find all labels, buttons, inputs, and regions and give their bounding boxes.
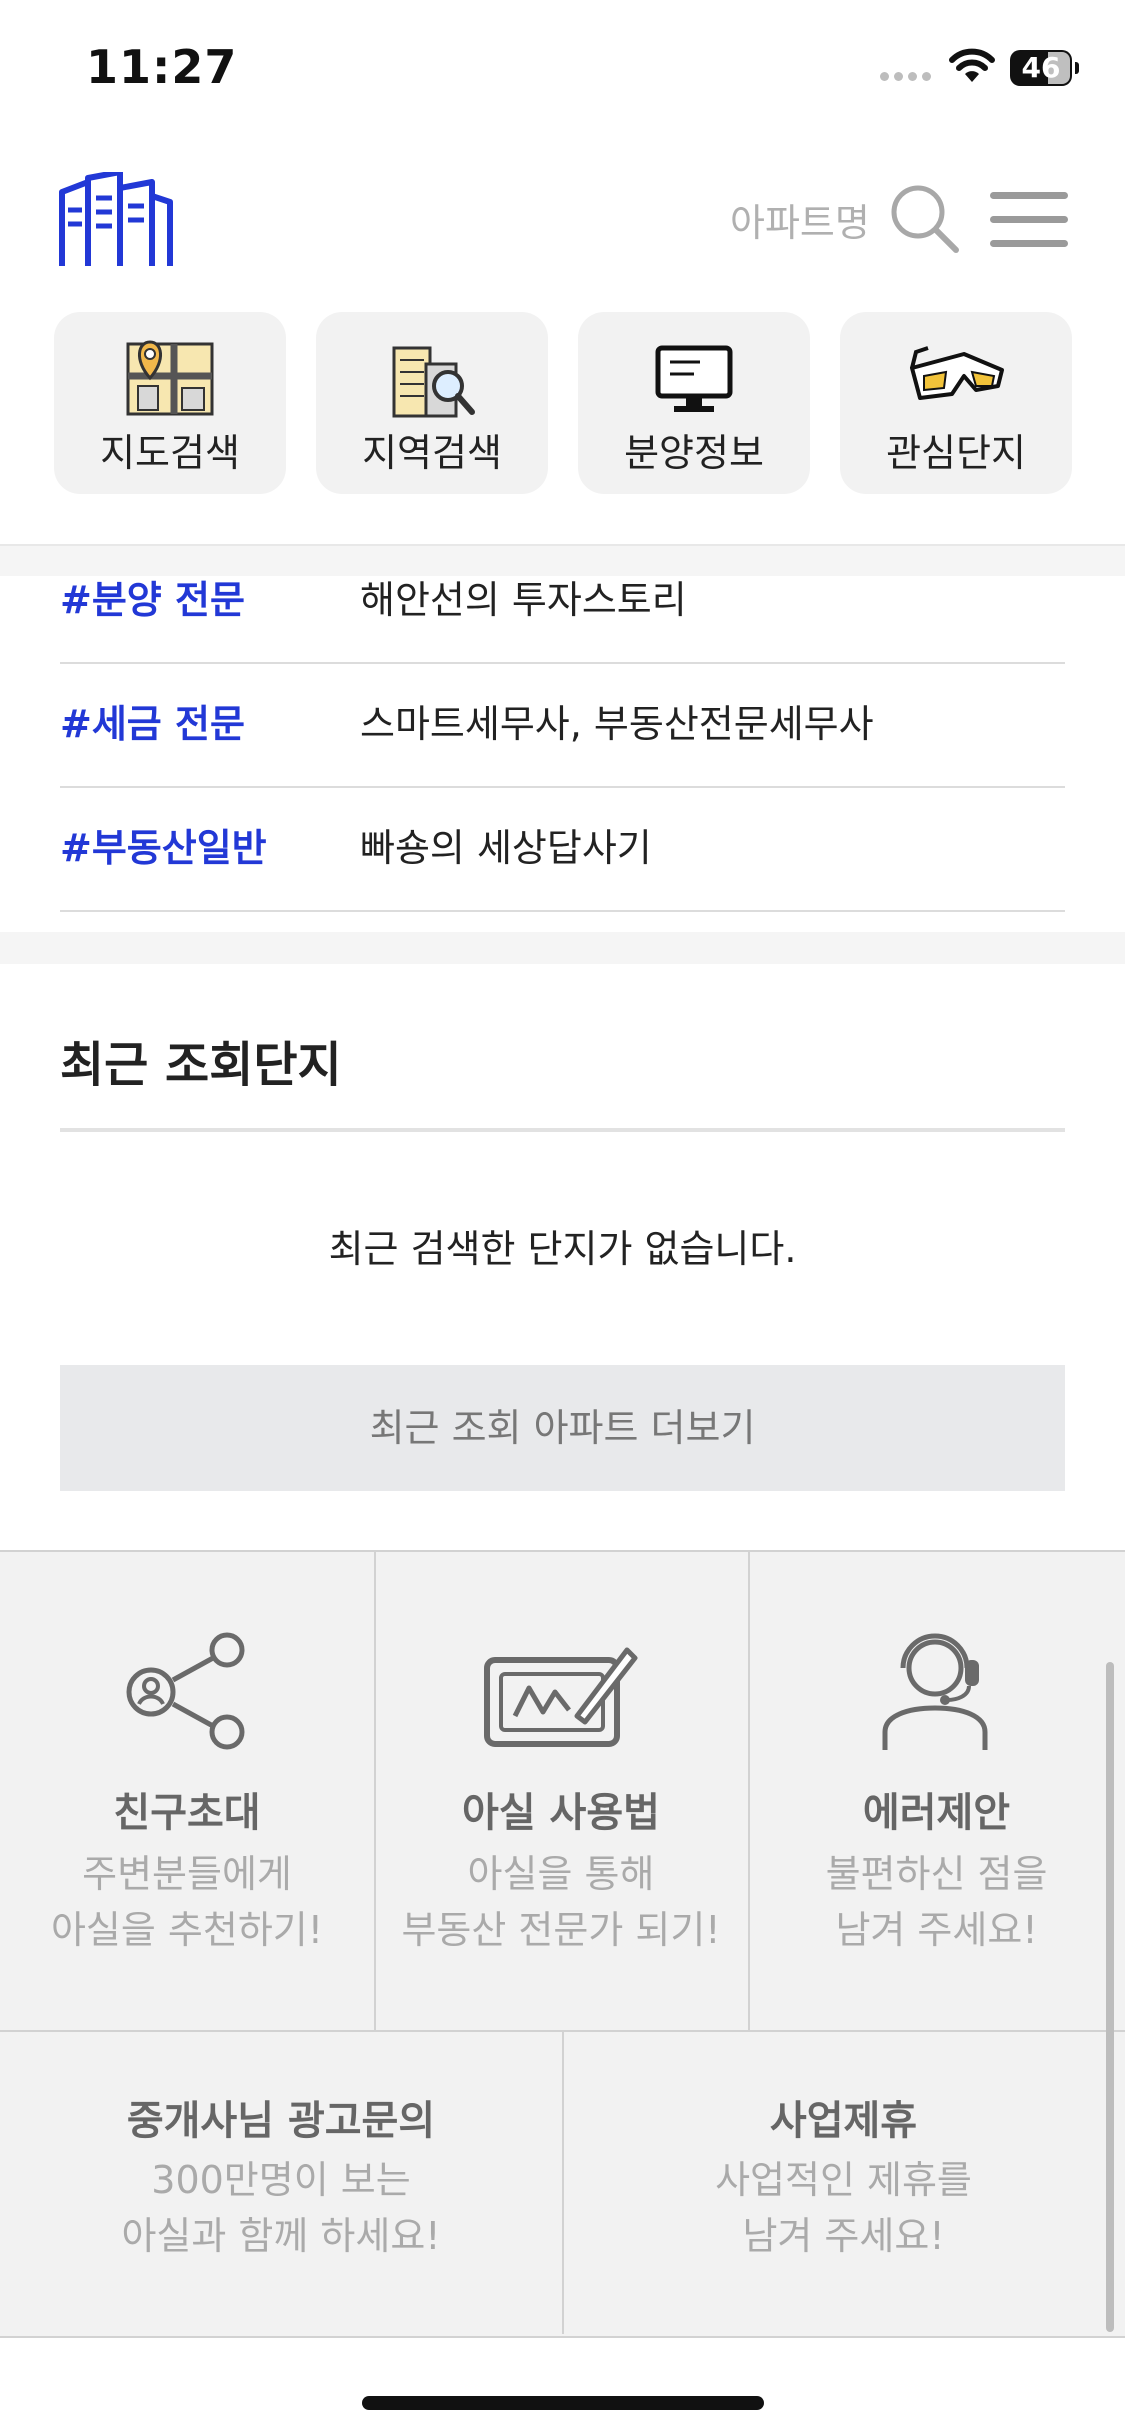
invite-friend-button[interactable]: 친구초대 주변분들에게 아실을 추천하기! [0, 1552, 376, 2032]
empty-message: 최근 검색한 단지가 없습니다. [328, 1227, 797, 1271]
ad-inquiry-button[interactable]: 중개사님 광고문의 300만명이 보는 아실과 함께 하세요! [0, 2030, 564, 2334]
list-item[interactable]: #부동산일반 빠숑의 세상답사기 [60, 788, 1065, 912]
logo-buildings-icon[interactable] [58, 172, 174, 268]
links-grid: 친구초대 주변분들에게 아실을 추천하기! 아실 사용법 아실을 통해 부동산 … [0, 1550, 1125, 2338]
link-subtitle: 아실을 추천하기! [50, 1908, 324, 1952]
signature-pad-icon [484, 1647, 638, 1747]
expert-list: #분양 전문 해안선의 투자스토리 #세금 전문 스마트세무사, 부동산전문세무… [60, 540, 1065, 912]
3d-glasses-icon [910, 346, 1004, 400]
share-icon [126, 1632, 245, 1750]
quick-item-map-search[interactable]: 지도검색 [54, 312, 286, 494]
link-subtitle: 부동산 전문가 되기! [401, 1908, 721, 1952]
link-subtitle: 불편하신 점을 [825, 1852, 1048, 1896]
quick-item-label: 관심단지 [886, 431, 1026, 475]
error-report-button[interactable]: 에러제안 불편하신 점을 남겨 주세요! [748, 1552, 1125, 2032]
link-subtitle: 남겨 주세요! [835, 1908, 1038, 1952]
search-input[interactable]: 아파트명 [730, 192, 870, 247]
divider [60, 1128, 1065, 1132]
more-recent-button[interactable]: 최근 조회 아파트 더보기 [60, 1365, 1065, 1491]
map-search-icon [126, 340, 214, 416]
link-subtitle: 300만명이 보는 [151, 2158, 411, 2202]
region-search-icon [392, 346, 475, 418]
list-item[interactable]: #세금 전문 스마트세무사, 부동산전문세무사 [60, 664, 1065, 788]
quick-item-label: 지역검색 [362, 431, 502, 475]
link-subtitle: 아실을 통해 [467, 1852, 655, 1896]
home-indicator[interactable] [362, 2396, 764, 2410]
link-title: 친구초대 [113, 1790, 261, 1836]
monitor-icon [655, 345, 733, 412]
quick-item-presale-info[interactable]: 분양정보 [578, 312, 810, 494]
battery-level: 46 [1021, 51, 1061, 84]
link-title: 아실 사용법 [462, 1790, 660, 1836]
quick-menu: 지도검색 지역검색 분양정보 관심단지 [54, 312, 1072, 494]
section-title: 최근 조회단지 [60, 1037, 342, 1093]
battery-icon: 46 [1010, 50, 1079, 86]
quick-item-region-search[interactable]: 지역검색 [316, 312, 548, 494]
expert-desc: 빠숑의 세상답사기 [360, 826, 652, 870]
link-subtitle: 사업적인 제휴를 [715, 2158, 972, 2202]
link-title: 에러제안 [862, 1790, 1011, 1836]
cellular-signal-icon [880, 72, 931, 81]
link-subtitle: 아실과 함께 하세요! [121, 2214, 441, 2258]
section-divider [0, 932, 1125, 964]
quick-item-label: 지도검색 [100, 431, 240, 475]
link-title: 중개사님 광고문의 [126, 2098, 436, 2144]
list-item[interactable]: #분양 전문 해안선의 투자스토리 [60, 540, 1065, 664]
link-subtitle: 남겨 주세요! [742, 2214, 945, 2258]
search-icon[interactable] [890, 184, 960, 254]
link-title: 사업제휴 [769, 2098, 918, 2144]
status-time: 11:27 [86, 40, 238, 94]
link-subtitle: 주변분들에게 [82, 1852, 292, 1896]
expert-tag: #분양 전문 [60, 578, 245, 622]
wifi-icon [949, 48, 995, 82]
usage-guide-button[interactable]: 아실 사용법 아실을 통해 부동산 전문가 되기! [374, 1552, 750, 2032]
hamburger-menu-icon[interactable] [990, 192, 1068, 250]
scrollbar[interactable] [1106, 1662, 1114, 2332]
expert-tag: #부동산일반 [60, 826, 267, 870]
quick-item-favorites[interactable]: 관심단지 [840, 312, 1072, 494]
expert-desc: 스마트세무사, 부동산전문세무사 [360, 702, 874, 746]
headset-user-icon [882, 1633, 987, 1750]
status-bar: 11:27 46 [0, 0, 1125, 140]
quick-item-label: 분양정보 [624, 431, 764, 475]
partnership-button[interactable]: 사업제휴 사업적인 제휴를 남겨 주세요! [562, 2030, 1125, 2334]
expert-desc: 해안선의 투자스토리 [360, 578, 687, 622]
expert-tag: #세금 전문 [60, 702, 245, 746]
